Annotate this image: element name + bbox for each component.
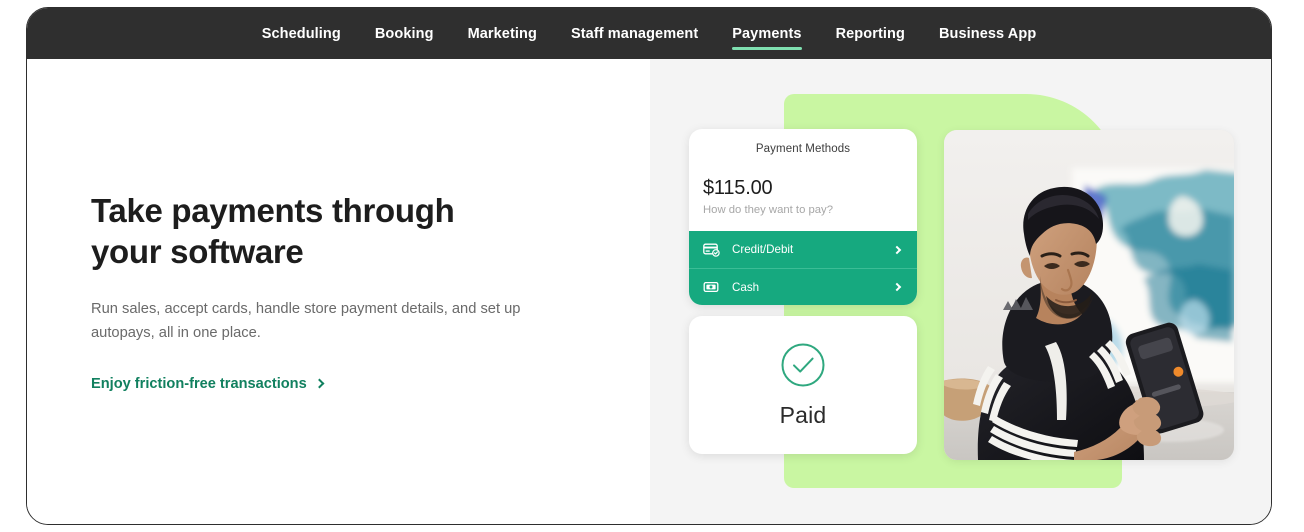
nav-item-booking[interactable]: Booking bbox=[358, 24, 451, 44]
content-area: Take payments through your software Run … bbox=[27, 59, 1271, 524]
cta-label: Enjoy friction-free transactions bbox=[91, 375, 307, 392]
hero-photo bbox=[944, 130, 1234, 460]
nav-item-staff-management[interactable]: Staff management bbox=[554, 24, 715, 44]
nav-item-marketing[interactable]: Marketing bbox=[451, 24, 554, 44]
nav-label: Payments bbox=[732, 25, 802, 42]
paid-label: Paid bbox=[779, 401, 827, 428]
payment-option-label: Cash bbox=[732, 280, 760, 294]
payment-option-credit-debit[interactable]: Credit/Debit bbox=[689, 231, 917, 268]
nav-item-scheduling[interactable]: Scheduling bbox=[245, 24, 358, 44]
page-root: Scheduling Booking Marketing Staff manag… bbox=[0, 0, 1304, 532]
nav-item-payments[interactable]: Payments bbox=[715, 24, 818, 50]
cta-link-transactions[interactable]: Enjoy friction-free transactions bbox=[91, 375, 325, 392]
nav-label: Scheduling bbox=[261, 25, 341, 42]
app-window: Scheduling Booking Marketing Staff manag… bbox=[26, 7, 1272, 525]
credit-card-check-icon bbox=[703, 243, 720, 257]
payment-methods-title: Payment Methods bbox=[755, 143, 851, 155]
page-title: Take payments through your software bbox=[91, 192, 455, 270]
payment-amount: $115.00 bbox=[703, 177, 773, 199]
nav-label: Staff management bbox=[570, 25, 699, 42]
nav-label: Business App bbox=[938, 25, 1037, 42]
paid-status-card: Paid bbox=[689, 316, 917, 454]
payment-option-label: Credit/Debit bbox=[732, 243, 794, 256]
payment-option-cash[interactable]: Cash bbox=[689, 268, 917, 305]
chevron-right-icon bbox=[892, 282, 902, 292]
chevron-right-icon bbox=[314, 378, 325, 389]
hero-visual-panel: Payment Methods $115.00 How do they want… bbox=[650, 59, 1271, 524]
nav-label: Reporting bbox=[835, 25, 905, 42]
banknote-icon bbox=[703, 280, 720, 294]
check-circle-icon bbox=[780, 342, 826, 393]
nav-label: Booking bbox=[374, 25, 434, 42]
hero-description: Run sales, accept cards, handle store pa… bbox=[91, 301, 521, 342]
primary-navigation: Scheduling Booking Marketing Staff manag… bbox=[27, 8, 1271, 59]
payment-prompt: How do they want to pay? bbox=[703, 204, 833, 216]
nav-item-business-app[interactable]: Business App bbox=[922, 24, 1053, 44]
chevron-right-icon bbox=[892, 245, 902, 254]
payment-methods-card: Payment Methods $115.00 How do they want… bbox=[689, 129, 917, 305]
hero-text-panel: Take payments through your software Run … bbox=[27, 59, 650, 524]
nav-label: Marketing bbox=[467, 25, 537, 42]
nav-item-reporting[interactable]: Reporting bbox=[819, 24, 922, 44]
